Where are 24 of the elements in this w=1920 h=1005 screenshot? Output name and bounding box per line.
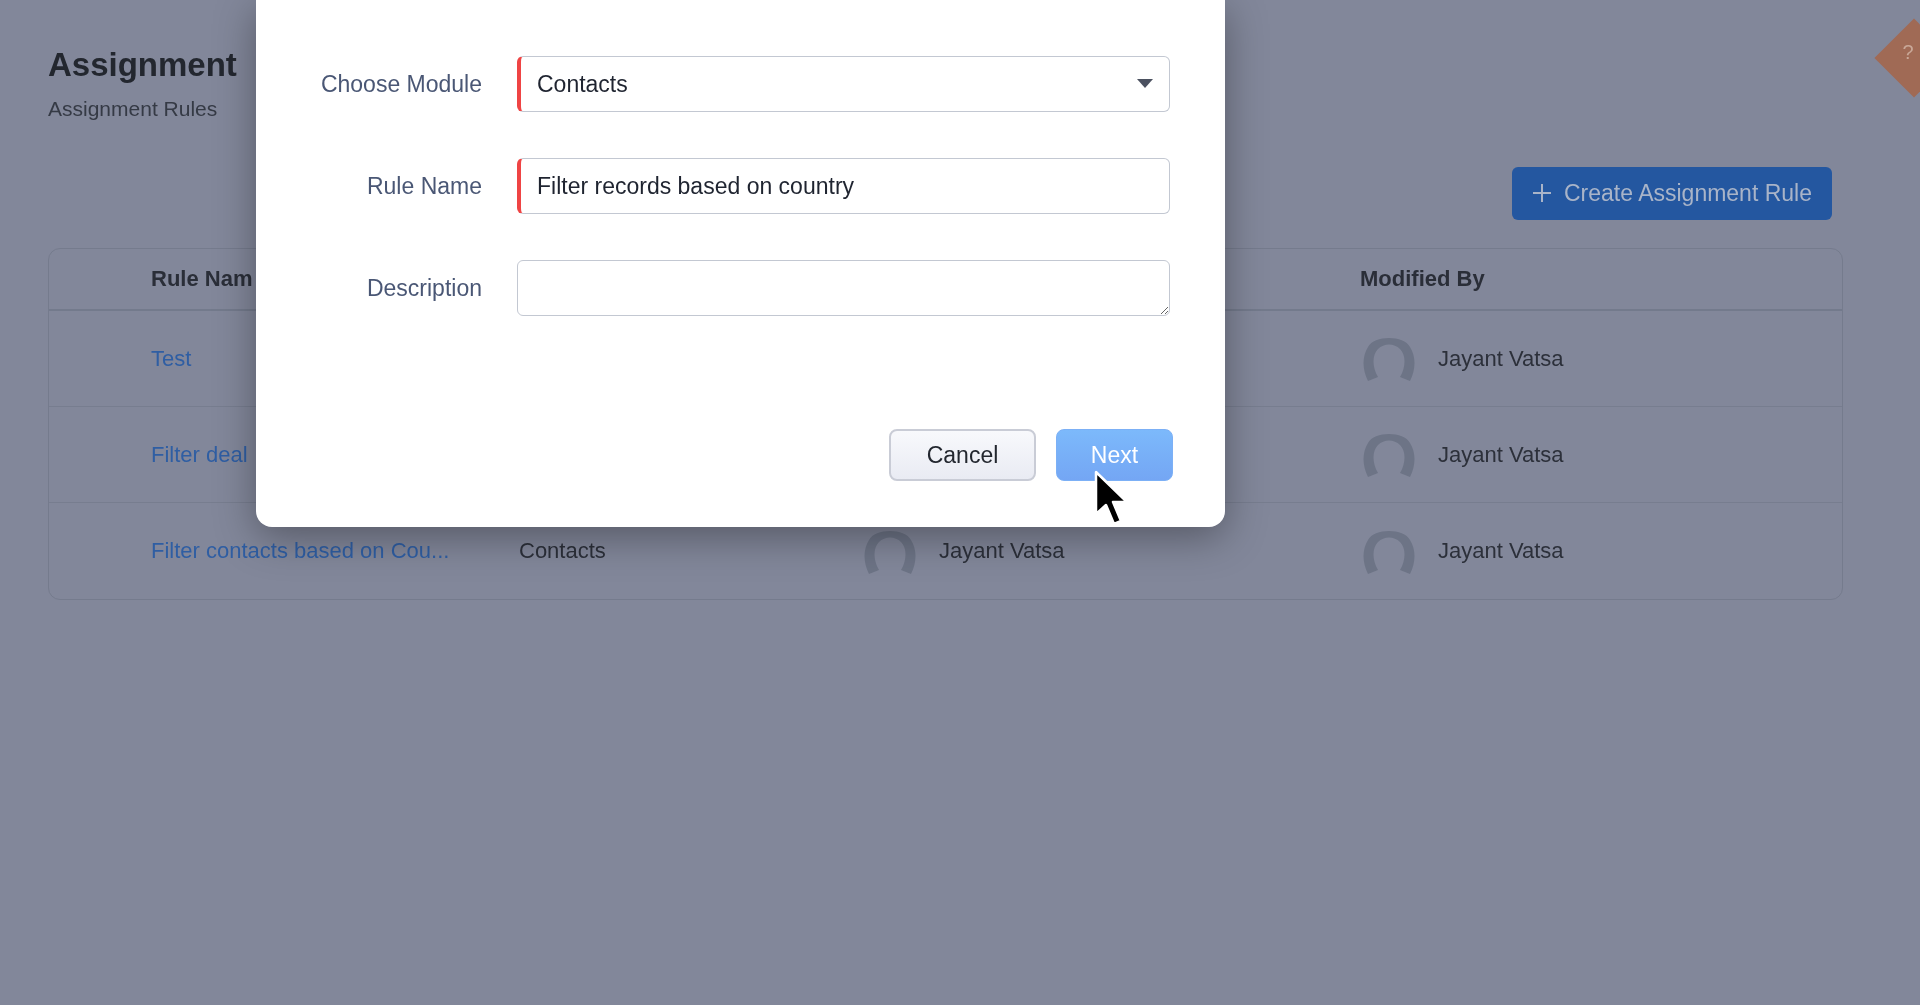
- user-name: Jayant Vatsa: [1438, 537, 1564, 566]
- description-field[interactable]: [517, 260, 1170, 316]
- column-header: Modified By: [1360, 266, 1485, 292]
- cancel-button[interactable]: Cancel: [889, 429, 1036, 481]
- user-name: Jayant Vatsa: [939, 537, 1065, 566]
- field-label: Description: [365, 273, 482, 303]
- user-name: Jayant Vatsa: [1438, 440, 1564, 469]
- module-select[interactable]: Contacts: [517, 56, 1170, 112]
- rule-name-link[interactable]: Test: [151, 345, 192, 371]
- field-label: Rule Name: [365, 171, 482, 201]
- user-name: Jayant Vatsa: [1438, 344, 1564, 373]
- page-subtitle: Assignment Rules: [48, 96, 218, 123]
- rule-name-field[interactable]: Filter records based on country: [517, 158, 1170, 214]
- help-tab[interactable]: ?: [1874, 18, 1920, 98]
- page-title: Assignment: [48, 45, 237, 85]
- rule-name-link[interactable]: Filter deal: [151, 441, 248, 467]
- caret-icon: [1137, 79, 1153, 89]
- create-rule-button[interactable]: Create Assignment Rule: [1512, 166, 1832, 220]
- rule-name-link[interactable]: Filter contacts based on Cou...: [151, 538, 450, 564]
- column-header: Rule Nam: [151, 266, 253, 292]
- module-text: Contacts: [519, 538, 606, 564]
- field-label: Choose Module: [319, 69, 482, 99]
- next-button[interactable]: Next: [1056, 429, 1173, 481]
- plus-icon: [1532, 183, 1552, 204]
